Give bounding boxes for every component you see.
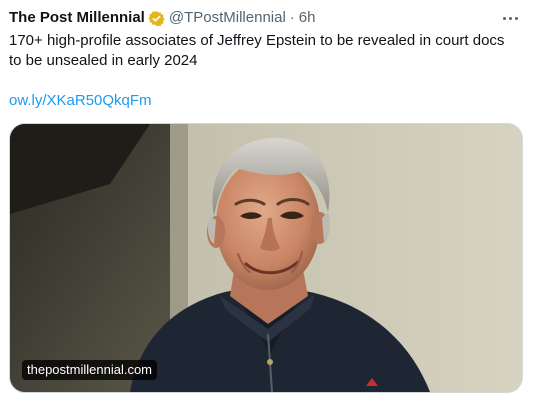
tweet-timestamp[interactable]: 6h [299,8,316,28]
more-dot [502,16,506,20]
tweet-header: The Post Millennial @TPostMillennial · 6… [9,8,523,28]
more-horizontal-icon[interactable] [499,8,521,28]
more-dot [514,16,518,20]
tweet-card[interactable]: The Post Millennial @TPostMillennial · 6… [0,0,537,403]
meta-separator: · [289,9,295,26]
tweet-link[interactable]: ow.ly/XKaR50QkqFm [9,91,152,111]
photo-illustration [10,124,522,392]
author-handle[interactable]: @TPostMillennial [169,8,286,28]
more-dot [508,16,512,20]
verified-badge-icon[interactable] [148,10,165,27]
tweet-text: 170+ high-profile associates of Jeffrey … [9,32,505,69]
tweet-media-image[interactable]: thepostmillennial.com [9,123,523,393]
media-source-label: thepostmillennial.com [22,360,158,380]
author-display-name[interactable]: The Post Millennial [9,8,145,28]
